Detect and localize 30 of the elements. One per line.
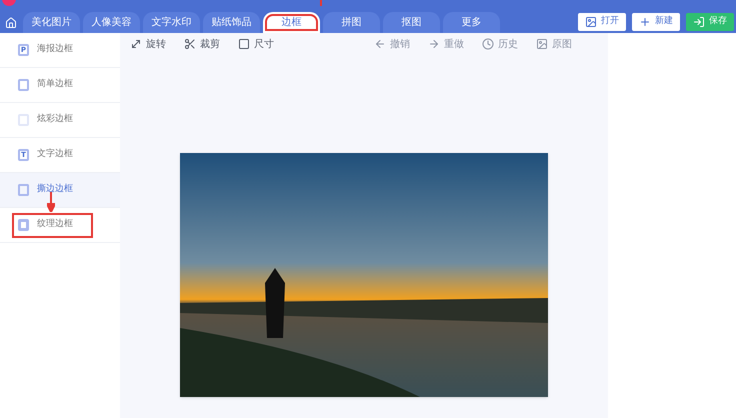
exit-icon <box>693 16 705 28</box>
clock-icon <box>482 38 494 50</box>
toolbar-button[interactable]: 裁剪 <box>184 36 220 52</box>
tab[interactable]: 美化图片 <box>23 12 80 33</box>
home-icon <box>5 16 17 28</box>
rectangle-icon <box>238 38 250 50</box>
action-button[interactable]: 打开 <box>578 13 626 31</box>
annotation-arrow <box>47 192 55 212</box>
tab[interactable]: 拼图 <box>323 12 380 33</box>
tab[interactable]: 贴纸饰品 <box>203 12 260 33</box>
action-button[interactable]: 保存 <box>686 13 734 31</box>
picture-icon <box>536 38 548 50</box>
toolbar-button[interactable]: 旋转 <box>130 36 166 52</box>
toolbar-button[interactable]: 尺寸 <box>238 36 274 52</box>
sidebar-item[interactable]: 撕边边框 <box>0 173 120 208</box>
scissors-icon <box>184 38 196 50</box>
tab[interactable]: 更多 <box>443 12 500 33</box>
frame-icon <box>18 114 29 126</box>
tab[interactable]: 文字水印 <box>143 12 200 33</box>
tab[interactable]: 抠图 <box>383 12 440 33</box>
right-arrow-icon <box>428 38 440 50</box>
diagonal-arrow-icon <box>130 38 142 50</box>
left-arrow-icon <box>374 38 386 50</box>
plus-icon <box>639 16 651 28</box>
action-button[interactable]: 新建 <box>632 13 680 31</box>
tab[interactable]: 人像美容 <box>83 12 140 33</box>
tab[interactable]: 边框 <box>263 12 320 33</box>
frame-icon <box>18 79 29 91</box>
frame-icon <box>18 219 29 231</box>
picture-icon <box>585 16 597 28</box>
